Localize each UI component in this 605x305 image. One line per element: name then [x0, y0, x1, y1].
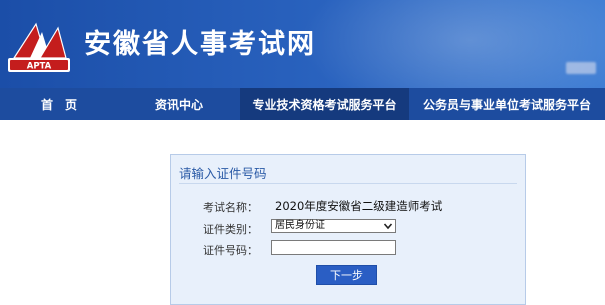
main-nav: 首 页 资讯中心 专业技术资格考试服务平台 公务员与事业单位考试服务平台 [0, 88, 605, 120]
id-type-row: 证件类别： 居民身份证 [171, 218, 527, 238]
exam-name-value: 2020年度安徽省二级建造师考试 [275, 199, 443, 213]
blurred-user-info [566, 62, 596, 74]
logo-text: APTA [27, 62, 52, 72]
nav-news-center[interactable]: 资讯中心 [118, 88, 240, 120]
nav-civil-service[interactable]: 公务员与事业单位考试服务平台 [409, 88, 605, 120]
id-number-label: 证件号码： [203, 244, 258, 257]
header-glow [300, 0, 605, 88]
chevron-down-icon[interactable] [383, 221, 393, 231]
next-step-button[interactable]: 下一步 [316, 265, 377, 285]
exam-name-row: 考试名称： 2020年度安徽省二级建造师考试 [171, 196, 527, 216]
panel-title: 请输入证件号码 [179, 166, 267, 181]
id-entry-panel: 请输入证件号码 考试名称： 2020年度安徽省二级建造师考试 证件类别： 居民身… [170, 154, 526, 305]
nav-professional-qualification[interactable]: 专业技术资格考试服务平台 [240, 88, 409, 120]
exam-name-label: 考试名称： [203, 201, 258, 214]
id-type-selected-value: 居民身份证 [275, 220, 325, 231]
panel-divider [179, 183, 517, 184]
id-type-select[interactable]: 居民身份证 [271, 219, 396, 233]
site-title: 安徽省人事考试网 [84, 29, 316, 60]
id-number-row: 证件号码： [171, 239, 527, 259]
site-header: APTA 安徽省人事考试网 [0, 0, 605, 88]
apta-logo-icon[interactable]: APTA [6, 18, 72, 76]
nav-home[interactable]: 首 页 [0, 88, 118, 120]
id-type-label: 证件类别： [203, 223, 258, 236]
id-number-input[interactable] [271, 240, 396, 255]
